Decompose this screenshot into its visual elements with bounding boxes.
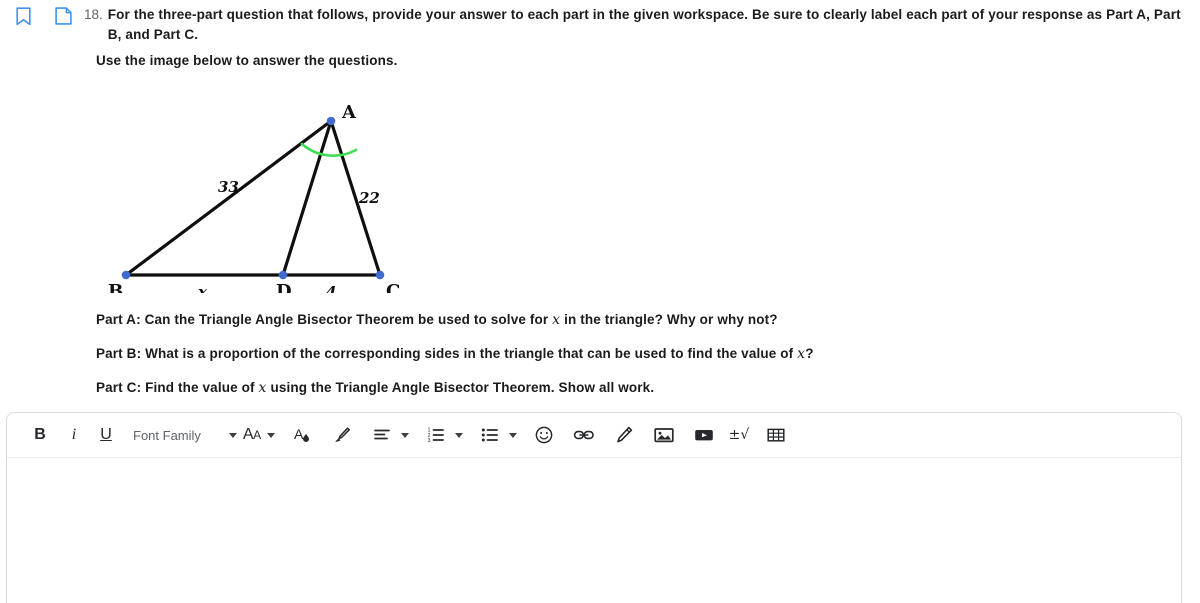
- vertex-dot-D: [278, 270, 288, 280]
- part-c-text: Part C: Find the value of x using the Tr…: [96, 379, 1186, 397]
- triangle-outline: [124, 119, 382, 277]
- text-color-icon[interactable]: A: [289, 420, 315, 450]
- part-c-after: using the Triangle Angle Bisector Theore…: [266, 380, 655, 395]
- vertex-label-D: D: [276, 281, 292, 293]
- side-label-AB: 33: [218, 178, 239, 196]
- triangle-diagram-svg: A B D C 33 22 x 4: [108, 102, 400, 293]
- font-size-caret-left-icon[interactable]: [228, 420, 237, 450]
- editor-toolbar: B i U Font Family AA A 1 2 3 ±√: [7, 413, 1181, 458]
- link-icon[interactable]: [571, 420, 597, 450]
- svg-text:3: 3: [427, 438, 430, 444]
- part-b-text: Part B: What is a proportion of the corr…: [96, 345, 1186, 363]
- angle-bisector-arc: [300, 142, 358, 157]
- align-left-icon[interactable]: [369, 420, 395, 450]
- font-size-big-a: A: [242, 426, 254, 443]
- part-b-variable: x: [797, 346, 806, 362]
- numbered-list-icon[interactable]: 1 2 3: [423, 420, 449, 450]
- bookmark-icon[interactable]: [10, 3, 36, 29]
- part-a-after: in the triangle? Why or why not?: [560, 312, 778, 327]
- part-b-before: Part B: What is a proportion of the corr…: [96, 346, 798, 361]
- font-family-select[interactable]: Font Family: [133, 420, 201, 450]
- side-label-DC: 4: [326, 283, 336, 293]
- question-parts: Part A: Can the Triangle Angle Bisector …: [96, 311, 1186, 397]
- highlighter-icon[interactable]: [329, 420, 355, 450]
- segment-AB: [124, 119, 333, 277]
- answer-editor-panel: B i U Font Family AA A 1 2 3 ±√: [6, 412, 1182, 603]
- answer-editor-area[interactable]: [7, 458, 1181, 603]
- part-c-variable: x: [258, 380, 267, 396]
- svg-text:A: A: [294, 426, 304, 442]
- align-chevron-down-icon[interactable]: [400, 420, 409, 450]
- note-icon[interactable]: [50, 3, 76, 29]
- pencil-icon[interactable]: [611, 420, 637, 450]
- table-icon[interactable]: [763, 420, 789, 450]
- side-label-BD: x: [197, 283, 208, 293]
- part-b-after: ?: [805, 346, 814, 361]
- question-body: Use the image below to answer the questi…: [96, 52, 1186, 397]
- segment-AD: [281, 119, 333, 277]
- math-icon[interactable]: ±√: [729, 420, 750, 450]
- vertex-label-B: B: [108, 281, 123, 293]
- image-prompt: Use the image below to answer the questi…: [96, 53, 398, 68]
- emoji-icon[interactable]: [531, 420, 557, 450]
- question-page: 18. For the three-part question that fol…: [0, 0, 1200, 603]
- bulleted-list-icon[interactable]: [477, 420, 503, 450]
- numbered-list-chevron-down-icon[interactable]: [454, 420, 463, 450]
- video-icon[interactable]: [691, 420, 717, 450]
- part-c-before: Part C: Find the value of: [96, 380, 259, 395]
- part-a-variable: x: [552, 312, 561, 328]
- image-icon[interactable]: [651, 420, 677, 450]
- font-size-button[interactable]: AA: [243, 420, 261, 450]
- side-label-AC: 22: [358, 189, 380, 207]
- part-a-before: Part A: Can the Triangle Angle Bisector …: [96, 312, 553, 327]
- vertex-dot-A: [326, 116, 336, 126]
- bulleted-list-chevron-down-icon[interactable]: [508, 420, 517, 450]
- question-instructions: For the three-part question that follows…: [107, 7, 1181, 42]
- italic-button[interactable]: i: [61, 420, 87, 450]
- vertex-dots: [121, 116, 385, 280]
- vertex-dot-B: [121, 270, 131, 280]
- vertex-dot-C: [375, 270, 385, 280]
- underline-button[interactable]: U: [93, 420, 119, 450]
- bold-button[interactable]: B: [25, 420, 55, 450]
- triangle-figure: A B D C 33 22 x 4: [96, 78, 576, 293]
- part-a-text: Part A: Can the Triangle Angle Bisector …: [96, 311, 1186, 329]
- font-size-small-a: A: [253, 428, 261, 442]
- vertex-label-C: C: [386, 281, 400, 293]
- font-size-chevron-down-icon[interactable]: [266, 420, 275, 450]
- question-header: 18. For the three-part question that fol…: [0, 0, 1200, 45]
- question-number: 18.: [84, 7, 103, 22]
- vertex-label-A: A: [341, 102, 357, 123]
